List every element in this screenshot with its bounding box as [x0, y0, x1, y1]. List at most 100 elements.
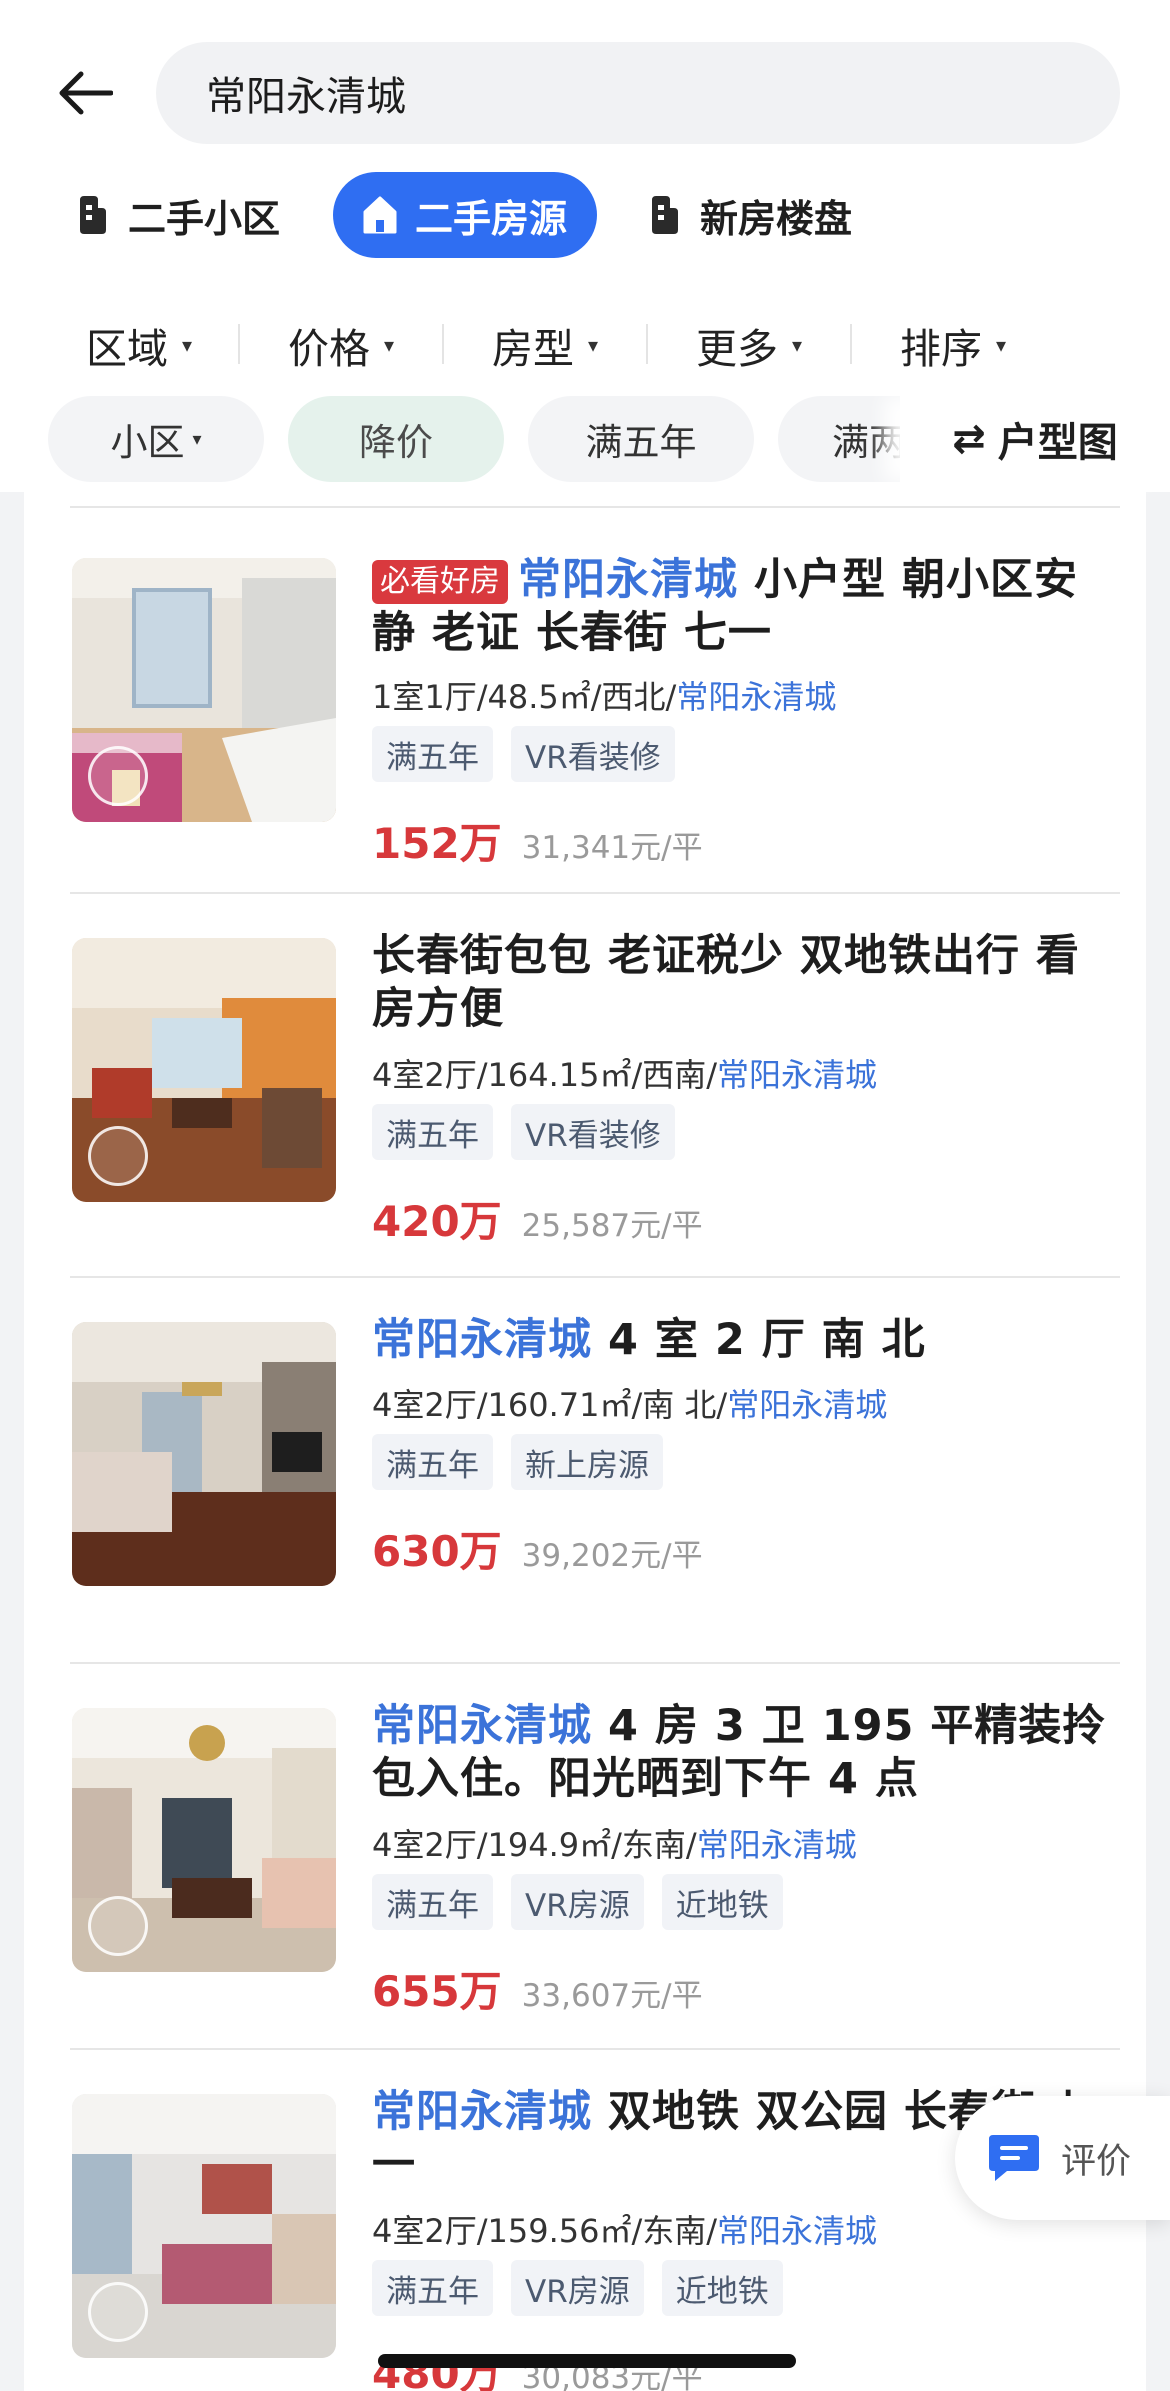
- listing-tags: 满五年 新上房源: [372, 1434, 681, 1490]
- price-row: 655万 33,607元/平: [372, 1958, 703, 2019]
- listing-thumbnail[interactable]: [72, 938, 336, 1202]
- room-photo: [72, 1322, 336, 1586]
- tag: 满五年: [372, 726, 493, 782]
- chevron-down-icon: ▾: [182, 333, 193, 357]
- filter-sort[interactable]: 排序 ▾: [900, 300, 1006, 390]
- listing-title: 常阳永清城 4 室 2 厅 南 北: [372, 1314, 1112, 1367]
- tag: VR房源: [511, 2260, 644, 2316]
- price-row: 420万 25,587元/平: [372, 1188, 703, 1249]
- divider: [70, 1276, 1120, 1278]
- total-price: 630万: [372, 1527, 502, 1576]
- title-community: 常阳永清城: [518, 555, 738, 605]
- tag: 满五年: [372, 1104, 493, 1160]
- home-indicator[interactable]: [378, 2354, 796, 2368]
- price-row: 630万 39,202元/平: [372, 1518, 703, 1579]
- tab-label: 二手房源: [415, 196, 568, 241]
- meta-specs: 4室2厅/164.15㎡/西南/: [372, 1056, 718, 1094]
- title-text: 长春街包包 老证税少 双地铁出行 看房方便: [372, 931, 1080, 1034]
- filter-region[interactable]: 区域 ▾: [86, 300, 192, 390]
- listing-thumbnail[interactable]: [72, 2094, 336, 2358]
- listing-meta: 4室2厅/160.71㎡/南 北/常阳永清城: [372, 1380, 887, 1426]
- chip-price-drop[interactable]: 降价: [288, 396, 504, 482]
- chip-label: 满两: [832, 421, 906, 464]
- chip-label: 降价: [359, 421, 433, 464]
- chip-over-five-years[interactable]: 满五年: [528, 396, 754, 482]
- chip-community[interactable]: 小区 ▾: [48, 396, 264, 482]
- house-icon: [363, 196, 397, 234]
- filter-separator: [850, 324, 852, 364]
- tab-label: 新房楼盘: [700, 196, 853, 241]
- listing-type-tabs: 二手小区 二手房源 新房楼盘: [0, 172, 1170, 258]
- tab-second-hand-community[interactable]: 二手小区: [76, 172, 280, 258]
- divider: [70, 506, 1120, 508]
- meta-specs: 4室2厅/159.56㎡/东南/: [372, 2212, 718, 2250]
- building-icon: [652, 196, 678, 234]
- title-community: 常阳永清城: [372, 1701, 592, 1751]
- listing-tags: 满五年 VR看装修: [372, 726, 693, 782]
- listing-tags: 满五年 VR房源 近地铁: [372, 2260, 801, 2316]
- filter-label: 更多: [696, 325, 778, 373]
- swap-icon: ⇄: [952, 416, 986, 462]
- listing-thumbnail[interactable]: [72, 1322, 336, 1586]
- price-row: 152万 31,341元/平: [372, 810, 703, 871]
- listing-meta: 4室2厅/164.15㎡/西南/常阳永清城: [372, 1050, 877, 1096]
- filter-layout[interactable]: 房型 ▾: [492, 300, 598, 390]
- listing-title: 常阳永清城 4 房 3 卫 195 平精装拎包入住。阳光晒到下午 4 点: [372, 1700, 1112, 1806]
- filter-separator: [238, 324, 240, 364]
- tag: 满五年: [372, 2260, 493, 2316]
- tag: 近地铁: [661, 2260, 783, 2316]
- search-query-text: 常阳永清城: [206, 74, 406, 120]
- search-input[interactable]: 常阳永清城: [156, 42, 1120, 144]
- unit-price: 31,341元/平: [521, 830, 703, 866]
- vr-icon: [88, 1896, 148, 1956]
- filter-label: 价格: [288, 325, 370, 373]
- hot-badge: 必看好房: [372, 560, 508, 604]
- review-label: 评价: [1061, 2141, 1132, 2182]
- tab-new-developments[interactable]: 新房楼盘: [648, 172, 852, 258]
- chevron-down-icon: ▾: [792, 333, 803, 357]
- listing-thumbnail[interactable]: [72, 1708, 336, 1972]
- meta-specs: 4室2厅/160.71㎡/南 北/: [372, 1386, 728, 1424]
- divider: [70, 1662, 1120, 1664]
- total-price: 655万: [372, 1967, 502, 2016]
- community-link[interactable]: 常阳永清城: [717, 1056, 877, 1094]
- listing-title: 长春街包包 老证税少 双地铁出行 看房方便: [372, 930, 1112, 1036]
- filter-separator: [442, 324, 444, 364]
- tag: VR看装修: [511, 726, 675, 782]
- community-link[interactable]: 常阳永清城: [717, 2212, 877, 2250]
- search-header: 常阳永清城 二手小区 二手房源 新房楼盘 区域 ▾ 价格 ▾ 房型 ▾ 更多 ▾…: [0, 0, 1170, 492]
- filter-more[interactable]: 更多 ▾: [696, 300, 802, 390]
- tab-second-hand-listings[interactable]: 二手房源: [333, 172, 598, 258]
- filter-bar: 区域 ▾ 价格 ▾ 房型 ▾ 更多 ▾ 排序 ▾: [0, 300, 1170, 390]
- listing-thumbnail[interactable]: [72, 558, 336, 822]
- vr-icon: [88, 2282, 148, 2342]
- chevron-down-icon: ▾: [996, 333, 1007, 357]
- community-link[interactable]: 常阳永清城: [727, 1386, 887, 1424]
- chevron-down-icon: ▾: [384, 333, 395, 357]
- listing-tags: 满五年 VR房源 近地铁: [372, 1874, 801, 1930]
- chevron-down-icon: ▾: [588, 333, 599, 357]
- community-link[interactable]: 常阳永清城: [697, 1826, 857, 1864]
- listing-meta: 4室2厅/159.56㎡/东南/常阳永清城: [372, 2206, 877, 2252]
- divider: [70, 2048, 1120, 2050]
- arrow-left-icon: [59, 71, 113, 115]
- tag: 近地铁: [661, 1874, 783, 1930]
- unit-price: 33,607元/平: [521, 1978, 703, 2014]
- divider: [70, 892, 1120, 894]
- unit-price: 39,202元/平: [521, 1538, 703, 1574]
- review-button[interactable]: 评价: [955, 2096, 1170, 2220]
- floor-plan-button[interactable]: ⇄ 户型图: [900, 396, 1170, 482]
- listing-tags: 满五年 VR看装修: [372, 1104, 693, 1160]
- listing-list: 必看好房 常阳永清城 小户型 朝小区安静 老证 长春街 七一 1室1厅/48.5㎡…: [24, 492, 1146, 2391]
- back-button[interactable]: [50, 58, 120, 128]
- filter-price[interactable]: 价格 ▾: [288, 300, 394, 390]
- tag: VR房源: [511, 1874, 644, 1930]
- floor-plan-label: 户型图: [997, 420, 1118, 466]
- tag: 满五年: [372, 1434, 493, 1490]
- community-link[interactable]: 常阳永清城: [676, 678, 836, 716]
- listing-meta: 4室2厅/194.9㎡/东南/常阳永清城: [372, 1820, 857, 1866]
- filter-label: 排序: [900, 325, 982, 373]
- vr-icon: [88, 746, 148, 806]
- tag: 新上房源: [511, 1434, 663, 1490]
- meta-specs: 1室1厅/48.5㎡/西北/: [372, 678, 677, 716]
